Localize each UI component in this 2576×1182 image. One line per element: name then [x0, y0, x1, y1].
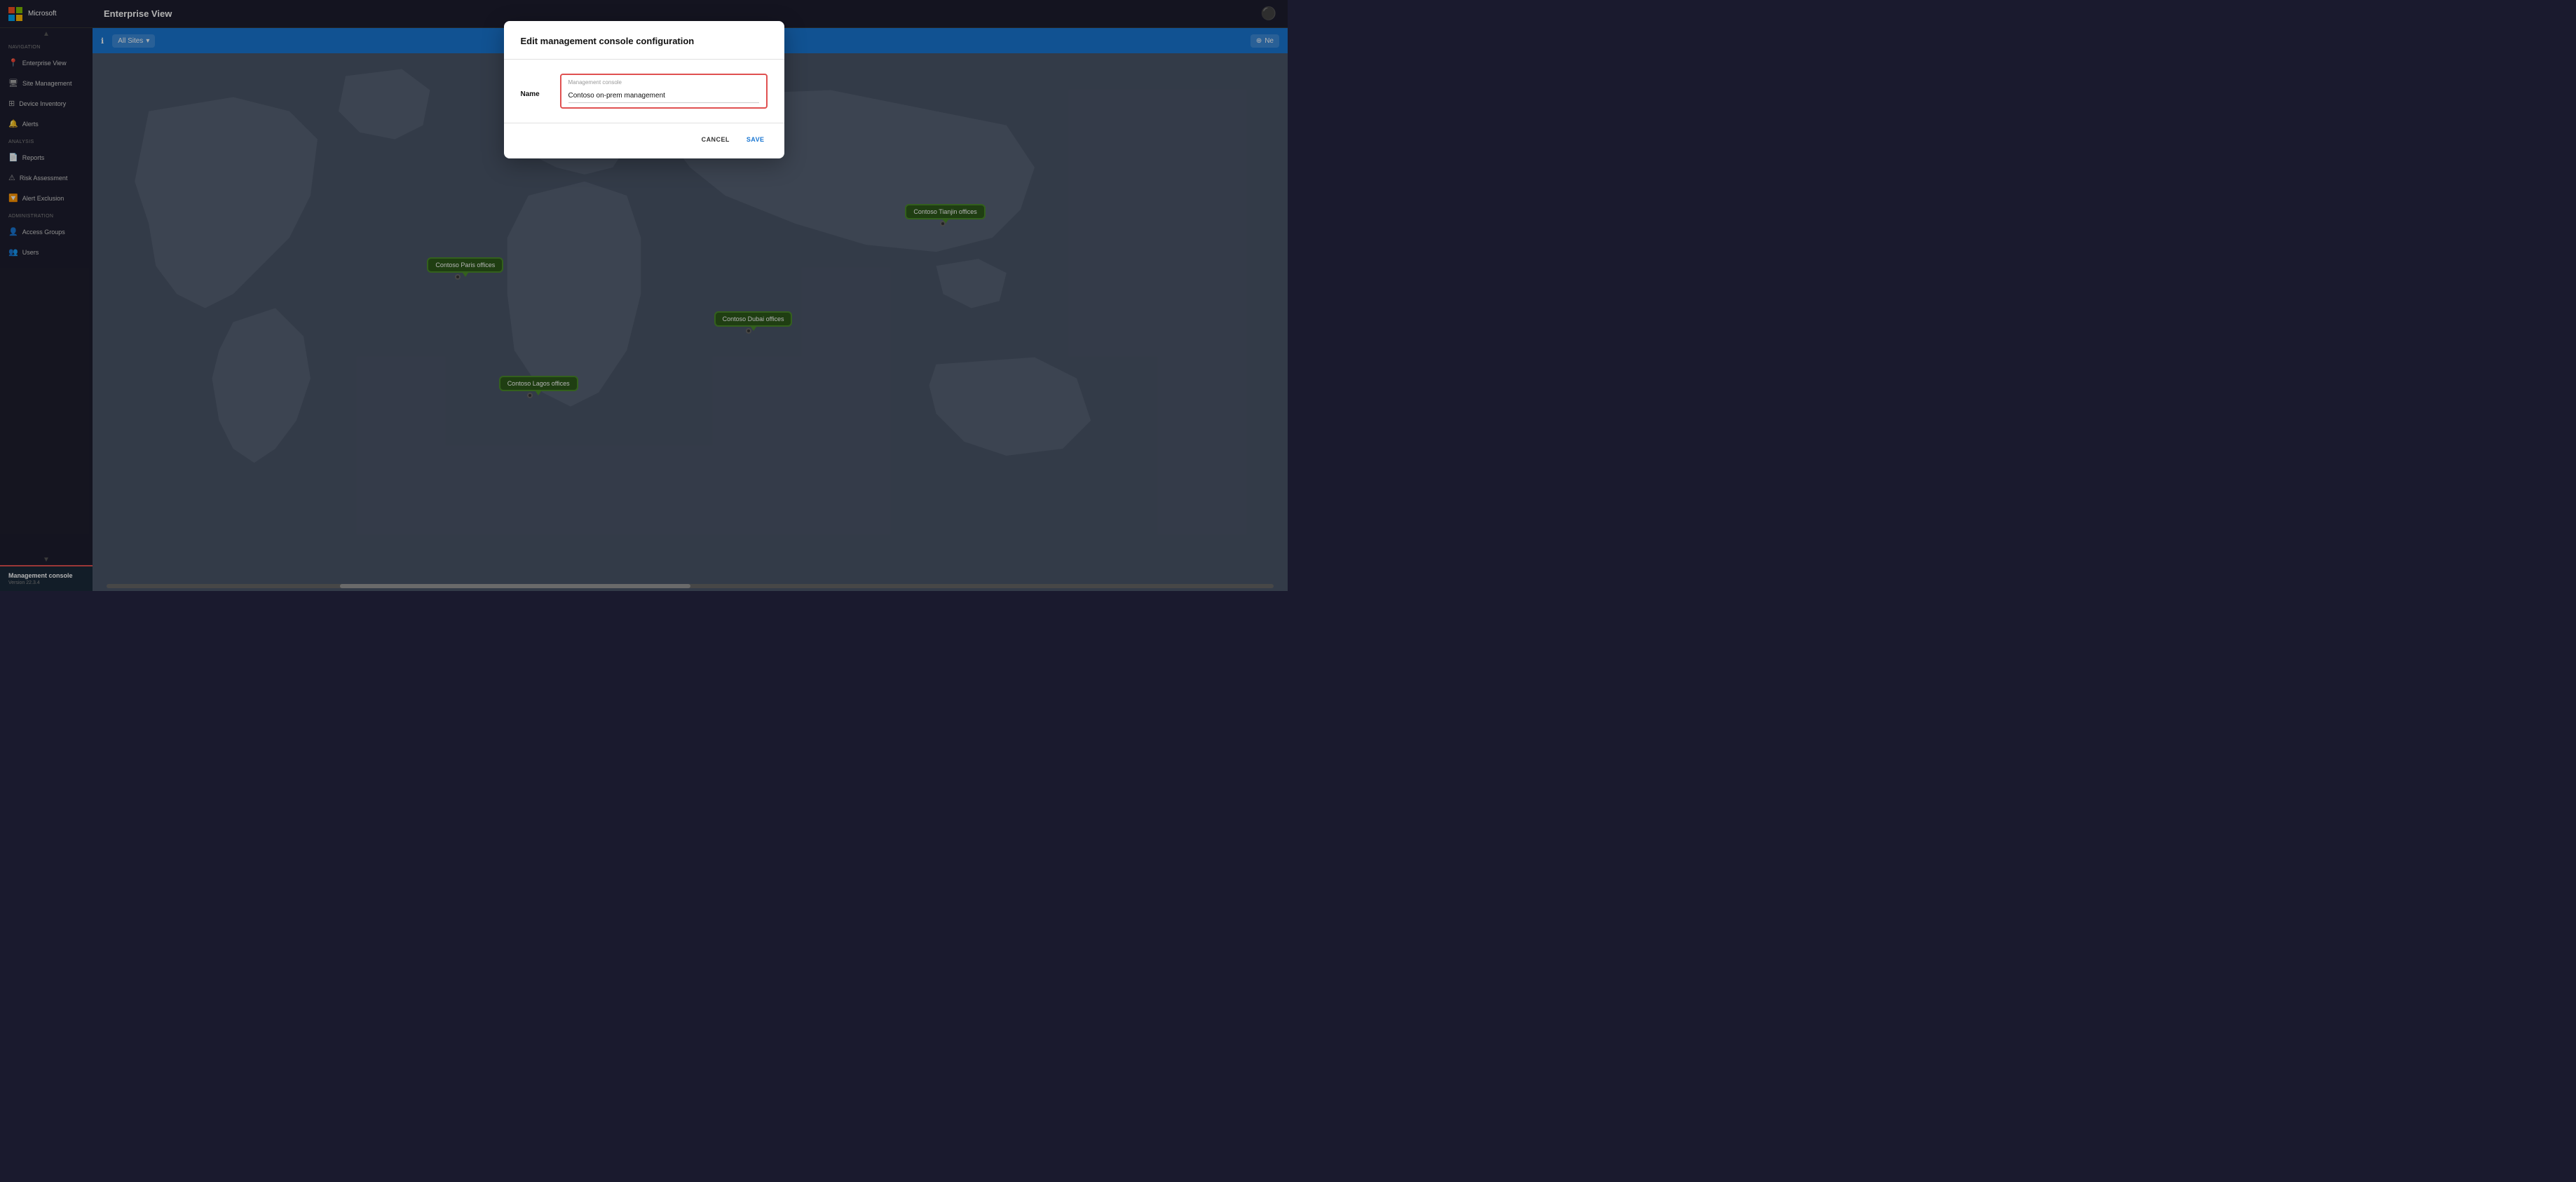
- name-label: Name: [521, 74, 549, 98]
- modal-body: Name Management console: [504, 60, 784, 123]
- save-button[interactable]: SAVE: [744, 132, 768, 147]
- cancel-button[interactable]: CANCEL: [699, 132, 732, 147]
- modal-title: Edit management console configuration: [521, 36, 695, 46]
- modal-header: Edit management console configuration: [504, 21, 784, 60]
- management-console-name-input[interactable]: [568, 92, 759, 103]
- management-console-input-wrapper: Management console: [560, 74, 768, 109]
- modal-footer: CANCEL SAVE: [504, 123, 784, 158]
- name-field: Name Management console: [521, 74, 768, 109]
- input-placeholder: Management console: [568, 79, 759, 86]
- edit-console-modal: Edit management console configuration Na…: [504, 21, 784, 158]
- modal-overlay: Edit management console configuration Na…: [0, 0, 1288, 591]
